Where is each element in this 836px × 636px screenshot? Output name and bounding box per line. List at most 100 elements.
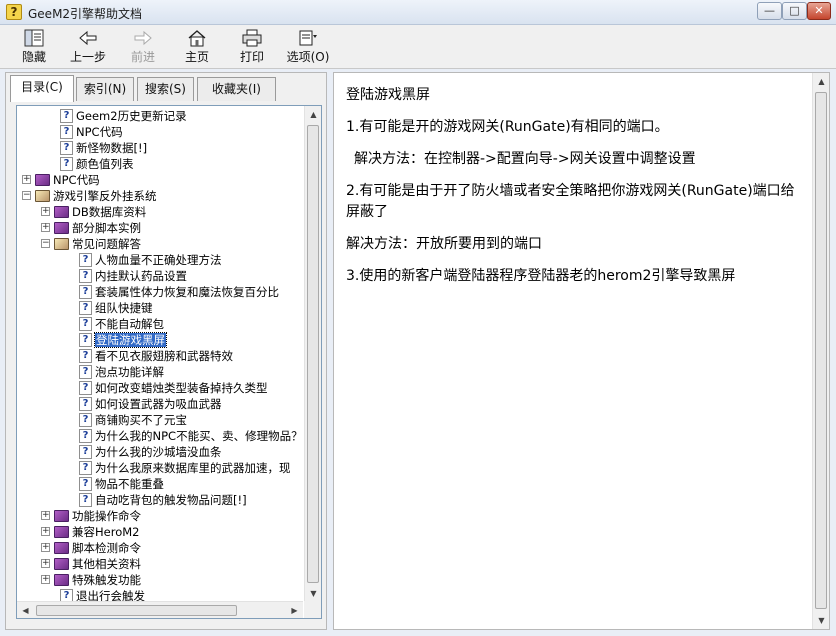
closed-book-icon (54, 526, 69, 538)
tree-item[interactable]: ? 登陆游戏黑屏 (79, 332, 167, 348)
expand-plus-icon[interactable]: + (41, 543, 50, 552)
forward-arrow-icon (134, 30, 152, 46)
tree-item-label: 套装属性体力恢复和魔法恢复百分比 (95, 285, 279, 299)
tree-hscroll-thumb[interactable] (36, 605, 237, 616)
tree-item[interactable]: ? 退出行会触发 (60, 588, 145, 602)
tab-favorites[interactable]: 收藏夹(I) (197, 77, 276, 101)
tab-index[interactable]: 索引(N) (76, 77, 134, 101)
tree-item[interactable]: ? 如何设置武器为吸血武器 (79, 396, 222, 412)
tab-search[interactable]: 搜索(S) (137, 77, 194, 101)
collapse-minus-icon[interactable]: − (41, 239, 50, 248)
help-topic-icon: ? (79, 413, 92, 427)
tree-item[interactable]: ? 商铺购买不了元宝 (79, 412, 187, 428)
print-button[interactable]: 打印 (230, 29, 274, 67)
tree-item-label: 不能自动解包 (95, 317, 164, 331)
tree-item[interactable]: ? 为什么我的沙城墙没血条 (79, 444, 222, 460)
home-icon (188, 30, 206, 47)
content-scroll-down-icon[interactable]: ▼ (813, 612, 830, 629)
open-book-icon (35, 190, 50, 202)
help-topic-icon: ? (79, 397, 92, 411)
help-topic-icon: ? (79, 477, 92, 491)
tree-item-label: Geem2历史更新记录 (76, 109, 187, 123)
tree-item[interactable]: + DB数据库资料 (41, 204, 147, 220)
tree-item[interactable]: ? 自动吃背包的触发物品问题[!] (79, 492, 247, 508)
expand-plus-icon[interactable]: + (22, 175, 31, 184)
hide-label: 隐藏 (21, 50, 46, 64)
closed-book-icon (54, 222, 69, 234)
closed-book-icon (54, 510, 69, 522)
scroll-left-icon[interactable]: ◀ (17, 602, 34, 618)
tab-contents[interactable]: 目录(C) (10, 75, 74, 102)
expand-plus-icon[interactable]: + (41, 511, 50, 520)
tree-item[interactable]: ? 如何改变蜡烛类型装备掉持久类型 (79, 380, 268, 396)
tree-item-label: 组队快捷键 (95, 301, 153, 315)
expand-plus-icon[interactable]: + (41, 223, 50, 232)
contents-tree-box: ? Geem2历史更新记录? NPC代码? 新怪物数据[!]? 颜色值列表 + NPC代码 −… (16, 105, 322, 619)
tree-item[interactable]: ? 为什么我的NPC不能买、卖、修理物品？ (79, 428, 303, 444)
collapse-minus-icon[interactable]: − (22, 191, 31, 200)
close-button[interactable]: ✕ (807, 2, 831, 20)
scroll-down-icon[interactable]: ▼ (305, 585, 321, 602)
options-icon (299, 30, 317, 46)
help-topic-icon: ? (79, 285, 92, 299)
tree-item[interactable]: ? 为什么我原来数据库里的武器加速，现 (79, 460, 291, 476)
tree-item-label: 内挂默认药品设置 (95, 269, 187, 283)
back-button[interactable]: 上一步 (66, 29, 110, 67)
tree-item[interactable]: + 兼容HeroM2 (41, 524, 139, 540)
tree-item[interactable]: ? NPC代码 (60, 124, 123, 140)
tree-item[interactable]: + 功能操作命令 (41, 508, 141, 524)
scroll-up-icon[interactable]: ▲ (305, 106, 321, 123)
expand-plus-icon[interactable]: + (41, 559, 50, 568)
tree-item[interactable]: + NPC代码 (22, 172, 100, 188)
tree-item-label: 自动吃背包的触发物品问题[!] (95, 493, 247, 507)
content-vertical-scrollbar[interactable]: ▲ ▼ (812, 73, 829, 629)
tree-item[interactable]: ? 颜色值列表 (60, 156, 134, 172)
home-button[interactable]: 主页 (175, 29, 219, 67)
tree-item-label: 如何设置武器为吸血武器 (95, 397, 222, 411)
tree-item-label: 其他相关资料 (72, 557, 141, 571)
back-arrow-icon (79, 30, 97, 46)
tree-item[interactable]: ? 组队快捷键 (79, 300, 153, 316)
tree-item-label: NPC代码 (53, 173, 100, 187)
tree-vertical-scrollbar[interactable]: ▲ ▼ (304, 106, 321, 602)
forward-button[interactable]: 前进 (121, 29, 165, 67)
tree-item[interactable]: − 游戏引擎反外挂系统 (22, 188, 157, 204)
tree-item[interactable]: − 常见问题解答 (41, 236, 141, 252)
tree-item[interactable]: ? 套装属性体力恢复和魔法恢复百分比 (79, 284, 279, 300)
tree-item[interactable]: ? 内挂默认药品设置 (79, 268, 187, 284)
tree-item[interactable]: ? 人物血量不正确处理方法 (79, 252, 222, 268)
tree-item[interactable]: ? 物品不能重叠 (79, 476, 164, 492)
expand-plus-icon[interactable]: + (41, 207, 50, 216)
tree-item-label: 泡点功能详解 (95, 365, 164, 379)
closed-book-icon (54, 542, 69, 554)
minimize-button[interactable]: — (757, 2, 782, 20)
closed-book-icon (54, 574, 69, 586)
help-app-icon: ? (6, 4, 22, 20)
tree-item[interactable]: ? 看不见衣服翅膀和武器特效 (79, 348, 233, 364)
help-topic-icon: ? (79, 349, 92, 363)
tree-item[interactable]: + 部分脚本实例 (41, 220, 141, 236)
scroll-right-icon[interactable]: ▶ (286, 602, 303, 618)
expand-plus-icon[interactable]: + (41, 575, 50, 584)
tree-item[interactable]: ? 泡点功能详解 (79, 364, 164, 380)
tree-item[interactable]: ? 新怪物数据[!] (60, 140, 147, 156)
options-button[interactable]: 选项(O) (284, 29, 332, 67)
maximize-button[interactable]: □ (782, 2, 807, 20)
tree-item[interactable]: + 特殊触发功能 (41, 572, 141, 588)
help-topic-icon: ? (79, 333, 92, 347)
help-topic-icon: ? (79, 365, 92, 379)
tree-item-label: DB数据库资料 (72, 205, 147, 219)
tree-item[interactable]: ? 不能自动解包 (79, 316, 164, 332)
tree-horizontal-scrollbar[interactable]: ◀ ▶ (17, 601, 303, 618)
tree-item[interactable]: ? Geem2历史更新记录 (60, 108, 187, 124)
content-vscroll-thumb[interactable] (815, 92, 827, 609)
tree-item[interactable]: + 其他相关资料 (41, 556, 141, 572)
help-topic-icon: ? (79, 317, 92, 331)
topic-paragraph-5: 3.使用的新客户端登陆器程序登陆器老的herom2引擎导致黑屏 (346, 268, 736, 284)
hide-button[interactable]: 隐藏 (12, 29, 56, 67)
help-topic-icon: ? (79, 461, 92, 475)
content-scroll-up-icon[interactable]: ▲ (813, 73, 830, 90)
tree-item[interactable]: + 脚本检测命令 (41, 540, 141, 556)
expand-plus-icon[interactable]: + (41, 527, 50, 536)
tree-vscroll-thumb[interactable] (307, 125, 319, 583)
